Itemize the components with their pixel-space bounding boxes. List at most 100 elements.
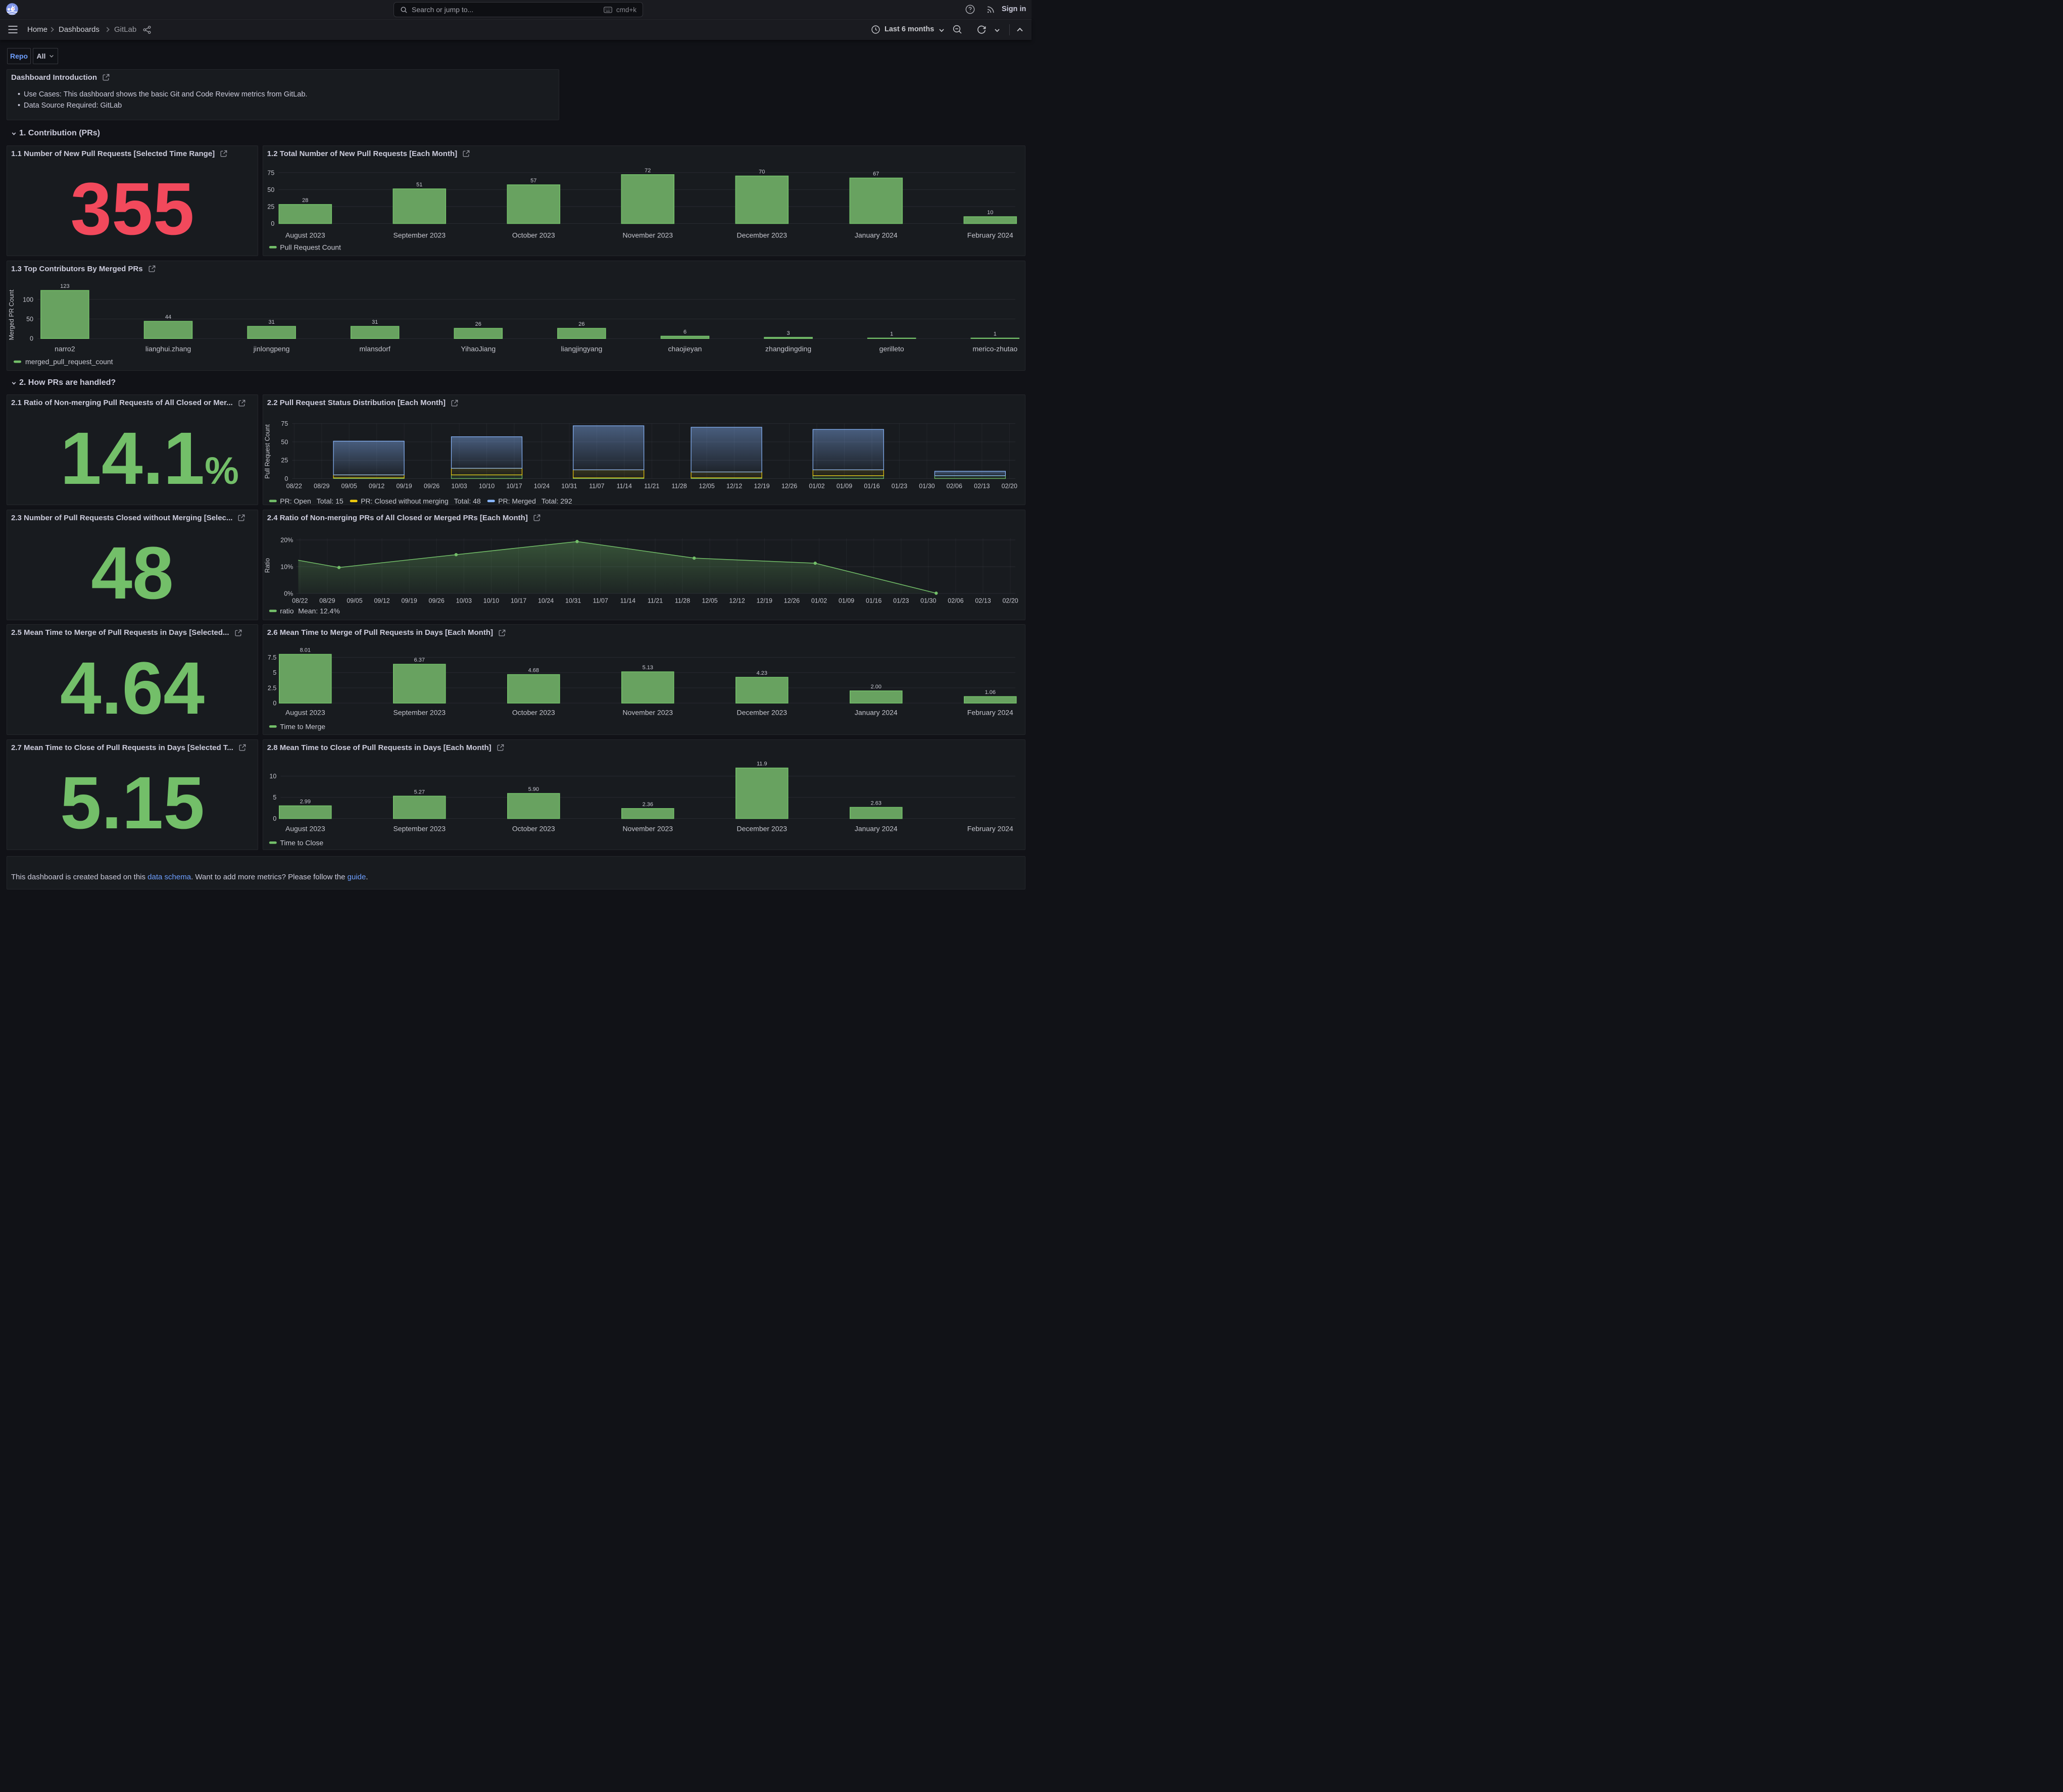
svg-text:October 2023: October 2023 bbox=[512, 824, 555, 832]
svg-text:11/28: 11/28 bbox=[675, 597, 690, 604]
svg-text:December 2023: December 2023 bbox=[736, 709, 787, 717]
svg-text:12/26: 12/26 bbox=[781, 483, 797, 490]
svg-text:Total: 15: Total: 15 bbox=[316, 497, 343, 505]
svg-text:01/02: 01/02 bbox=[809, 483, 824, 490]
svg-text:67: 67 bbox=[873, 171, 879, 177]
svg-text:08/22: 08/22 bbox=[286, 483, 302, 490]
svg-text:0: 0 bbox=[273, 815, 276, 822]
svg-text:1: 1 bbox=[994, 331, 997, 337]
svg-text:50: 50 bbox=[26, 316, 33, 323]
svg-text:08/29: 08/29 bbox=[319, 597, 335, 604]
svg-text:Mean: 12.4%: Mean: 12.4% bbox=[298, 607, 340, 615]
svg-text:12/19: 12/19 bbox=[756, 597, 772, 604]
svg-text:liangjingyang: liangjingyang bbox=[561, 344, 603, 353]
svg-text:75: 75 bbox=[281, 420, 288, 427]
svg-text:11/07: 11/07 bbox=[593, 597, 608, 604]
svg-text:12/12: 12/12 bbox=[729, 597, 745, 604]
svg-text:02/13: 02/13 bbox=[975, 597, 991, 604]
svg-text:5.13: 5.13 bbox=[642, 665, 653, 671]
svg-text:2.63: 2.63 bbox=[870, 800, 881, 806]
svg-text:10/24: 10/24 bbox=[538, 597, 554, 604]
svg-text:02/20: 02/20 bbox=[1001, 483, 1017, 490]
svg-text:09/26: 09/26 bbox=[424, 483, 439, 490]
svg-text:09/19: 09/19 bbox=[401, 597, 417, 604]
svg-text:6.37: 6.37 bbox=[414, 657, 424, 663]
svg-text:51: 51 bbox=[416, 182, 422, 188]
svg-text:5: 5 bbox=[273, 669, 276, 676]
svg-text:09/05: 09/05 bbox=[347, 597, 362, 604]
svg-text:123: 123 bbox=[60, 283, 69, 289]
svg-text:Pull Request Count: Pull Request Count bbox=[280, 243, 341, 251]
svg-text:09/12: 09/12 bbox=[369, 483, 384, 490]
svg-text:4.23: 4.23 bbox=[756, 670, 767, 676]
svg-text:25: 25 bbox=[267, 203, 274, 210]
svg-text:2.99: 2.99 bbox=[300, 799, 310, 805]
svg-text:09/12: 09/12 bbox=[374, 597, 389, 604]
svg-text:01/30: 01/30 bbox=[920, 597, 936, 604]
svg-text:Time to Close: Time to Close bbox=[280, 838, 323, 847]
svg-text:ratio: ratio bbox=[280, 607, 293, 615]
svg-text:Pull Request Count: Pull Request Count bbox=[264, 424, 271, 479]
svg-text:Time to Merge: Time to Merge bbox=[280, 723, 325, 731]
svg-text:YihaoJiang: YihaoJiang bbox=[461, 344, 496, 353]
svg-text:12/19: 12/19 bbox=[754, 483, 769, 490]
svg-text:December 2023: December 2023 bbox=[736, 231, 787, 239]
svg-text:100: 100 bbox=[23, 296, 33, 303]
svg-text:25: 25 bbox=[281, 457, 288, 464]
svg-text:0%: 0% bbox=[284, 590, 293, 597]
svg-text:11/21: 11/21 bbox=[644, 483, 659, 490]
svg-text:September 2023: September 2023 bbox=[393, 709, 446, 717]
svg-text:mlansdorf: mlansdorf bbox=[359, 344, 390, 353]
svg-text:February 2024: February 2024 bbox=[967, 231, 1013, 239]
svg-text:October 2023: October 2023 bbox=[512, 231, 555, 239]
svg-text:November 2023: November 2023 bbox=[622, 231, 673, 239]
svg-text:31: 31 bbox=[268, 319, 274, 325]
svg-text:57: 57 bbox=[530, 178, 536, 184]
svg-text:10%: 10% bbox=[280, 563, 293, 570]
svg-text:February 2024: February 2024 bbox=[967, 824, 1013, 832]
svg-text:zhangdingding: zhangdingding bbox=[765, 344, 811, 353]
svg-text:01/23: 01/23 bbox=[891, 483, 907, 490]
svg-text:lianghui.zhang: lianghui.zhang bbox=[145, 344, 191, 353]
svg-text:5: 5 bbox=[273, 794, 276, 801]
svg-text:2.00: 2.00 bbox=[870, 684, 881, 690]
svg-text:01/02: 01/02 bbox=[811, 597, 827, 604]
svg-text:narro2: narro2 bbox=[55, 344, 75, 353]
svg-text:11/14: 11/14 bbox=[620, 597, 635, 604]
svg-text:11/21: 11/21 bbox=[648, 597, 663, 604]
svg-text:01/09: 01/09 bbox=[839, 597, 854, 604]
svg-text:chaojieyan: chaojieyan bbox=[668, 344, 702, 353]
svg-text:01/16: 01/16 bbox=[866, 597, 881, 604]
svg-text:02/20: 02/20 bbox=[1002, 597, 1018, 604]
svg-text:01/16: 01/16 bbox=[864, 483, 879, 490]
svg-text:Merged PR Count: Merged PR Count bbox=[8, 289, 15, 340]
svg-text:August 2023: August 2023 bbox=[285, 231, 325, 239]
svg-text:PR: Closed without merging: PR: Closed without merging bbox=[361, 497, 449, 505]
svg-text:Total: 292: Total: 292 bbox=[542, 497, 572, 505]
svg-text:01/23: 01/23 bbox=[893, 597, 909, 604]
svg-text:44: 44 bbox=[165, 314, 171, 320]
svg-text:02/06: 02/06 bbox=[946, 483, 962, 490]
svg-text:November 2023: November 2023 bbox=[622, 709, 673, 717]
svg-text:12/05: 12/05 bbox=[702, 597, 717, 604]
svg-text:12/05: 12/05 bbox=[699, 483, 714, 490]
svg-text:Total: 48: Total: 48 bbox=[454, 497, 480, 505]
svg-text:PR: Merged: PR: Merged bbox=[498, 497, 536, 505]
svg-text:5.90: 5.90 bbox=[528, 786, 538, 792]
svg-text:January 2024: January 2024 bbox=[855, 824, 898, 832]
svg-text:26: 26 bbox=[578, 321, 584, 327]
svg-text:10/10: 10/10 bbox=[483, 597, 499, 604]
svg-text:02/06: 02/06 bbox=[948, 597, 963, 604]
svg-text:10/24: 10/24 bbox=[533, 483, 549, 490]
svg-text:5.27: 5.27 bbox=[414, 789, 424, 795]
svg-text:October 2023: October 2023 bbox=[512, 709, 555, 717]
svg-text:2.5: 2.5 bbox=[268, 684, 276, 691]
svg-text:September 2023: September 2023 bbox=[393, 824, 446, 832]
svg-text:August 2023: August 2023 bbox=[285, 824, 325, 832]
svg-text:10/03: 10/03 bbox=[451, 483, 467, 490]
svg-text:09/05: 09/05 bbox=[341, 483, 357, 490]
svg-text:6: 6 bbox=[683, 329, 686, 335]
svg-text:01/09: 01/09 bbox=[837, 483, 852, 490]
svg-text:jinlongpeng: jinlongpeng bbox=[253, 344, 290, 353]
svg-text:20%: 20% bbox=[280, 536, 293, 543]
